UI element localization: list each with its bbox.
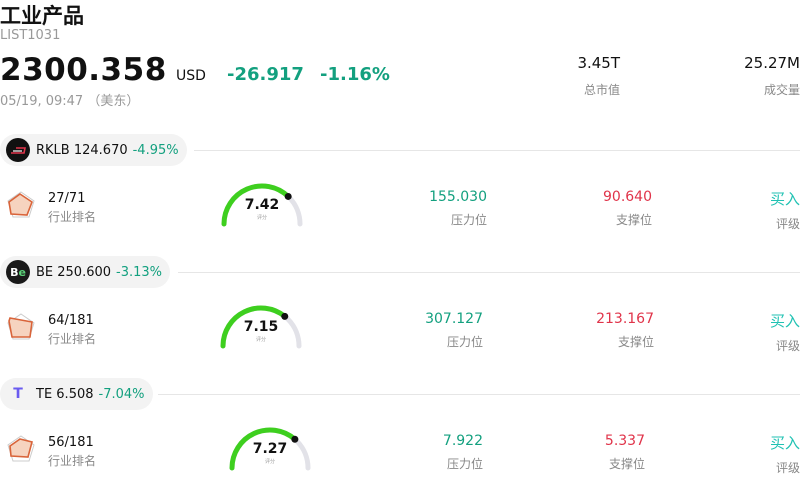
- rating-value: 买入: [769, 434, 800, 452]
- support-label: 支撑位: [615, 213, 652, 227]
- score-value: 7.42: [244, 197, 280, 213]
- resistance-value: 155.030: [429, 189, 487, 205]
- stock-change-percent: -3.13%: [116, 264, 163, 280]
- price-change-percent: -1.16%: [320, 64, 390, 85]
- industry-rank-label: 行业排名: [48, 454, 97, 468]
- be-logo-icon: Be: [6, 260, 30, 284]
- te-logo-icon: T: [13, 386, 23, 402]
- market-cap-value: 3.45T: [577, 54, 620, 72]
- rating-label: 评级: [775, 339, 800, 353]
- stock-change-percent: -4.95%: [132, 142, 179, 158]
- support-metric: 90.640 支撑位: [560, 189, 652, 228]
- score-gauge: 7.15 评分: [216, 302, 306, 352]
- stock-symbol-price: RKLB 124.670: [36, 142, 128, 158]
- rating-label: 评级: [775, 217, 800, 231]
- stock-section-rklb[interactable]: RKLB 124.670 -4.95% 27/71 行业排名 7.42 评分 1…: [0, 134, 800, 256]
- radar-chart-icon: [7, 313, 35, 340]
- market-cap-label: 总市值: [583, 83, 620, 97]
- price-change: -26.917: [227, 64, 304, 85]
- section-divider: [194, 150, 800, 151]
- support-metric: 5.337 支撑位: [580, 433, 645, 472]
- support-label: 支撑位: [617, 335, 654, 349]
- score-value: 7.15: [243, 319, 279, 335]
- section-divider: [158, 394, 800, 395]
- rating-metric: 买入 评级: [740, 188, 800, 232]
- stock-section-be[interactable]: Be BE 250.600 -3.13% 64/181 行业排名 7.15 评分…: [0, 256, 800, 378]
- radar-chart-icon: [7, 191, 35, 218]
- stock-symbol-price: BE 250.600: [36, 264, 112, 280]
- score-gauge: 7.42 评分: [217, 180, 307, 230]
- stock-chip[interactable]: T TE 6.508 -7.04%: [0, 378, 153, 410]
- score-gauge: 7.27 评分: [225, 424, 315, 474]
- support-value: 90.640: [603, 189, 652, 205]
- industry-rank-label: 行业排名: [48, 210, 97, 224]
- resistance-metric: 307.127 压力位: [396, 311, 483, 350]
- stock-change-percent: -7.04%: [98, 386, 145, 402]
- stock-chip[interactable]: Be BE 250.600 -3.13%: [0, 256, 171, 288]
- resistance-metric: 7.922 压力位: [420, 433, 483, 472]
- section-divider: [178, 272, 800, 273]
- resistance-value: 7.922: [442, 433, 483, 449]
- industry-rank-value: 27/71: [48, 191, 86, 206]
- industry-rank-label: 行业排名: [48, 332, 97, 346]
- stock-section-te[interactable]: T TE 6.508 -7.04% 56/181 行业排名 7.27 评分 7.…: [0, 378, 800, 488]
- resistance-label: 压力位: [446, 457, 483, 471]
- industry-rank-value: 64/181: [48, 313, 94, 328]
- score-label: 评分: [256, 215, 267, 221]
- volume-value: 25.27M: [744, 54, 800, 72]
- stock-symbol-price: TE 6.508: [36, 386, 94, 402]
- stock-chip[interactable]: RKLB 124.670 -4.95%: [0, 134, 187, 166]
- rklb-logo-icon: [6, 138, 30, 162]
- score-value: 7.27: [252, 441, 288, 457]
- resistance-label: 压力位: [450, 213, 487, 227]
- rating-label: 评级: [775, 461, 800, 475]
- score-label: 评分: [255, 337, 266, 343]
- list-code: LIST1031: [0, 28, 61, 43]
- resistance-label: 压力位: [446, 335, 483, 349]
- support-value: 5.337: [604, 433, 645, 449]
- radar-chart-icon: [7, 435, 35, 462]
- page-title: 工业产品: [0, 4, 84, 28]
- volume-label: 成交量: [763, 83, 800, 97]
- resistance-metric: 155.030 压力位: [400, 189, 487, 228]
- rating-value: 买入: [769, 312, 800, 330]
- rating-metric: 买入 评级: [740, 432, 800, 476]
- support-label: 支撑位: [608, 457, 645, 471]
- score-label: 评分: [264, 459, 275, 465]
- volume-stat: 25.27M 成交量: [700, 54, 800, 98]
- support-value: 213.167: [596, 311, 654, 327]
- market-cap-stat: 3.45T 总市值: [540, 54, 620, 98]
- support-metric: 213.167 支撑位: [560, 311, 654, 350]
- index-price: 2300.358: [0, 52, 167, 88]
- quote-time: 05/19, 09:47 （美东）: [0, 94, 140, 109]
- resistance-value: 307.127: [425, 311, 483, 327]
- currency-label: USD: [176, 68, 206, 84]
- rating-value: 买入: [769, 190, 800, 208]
- rating-metric: 买入 评级: [740, 310, 800, 354]
- industry-rank-value: 56/181: [48, 435, 94, 450]
